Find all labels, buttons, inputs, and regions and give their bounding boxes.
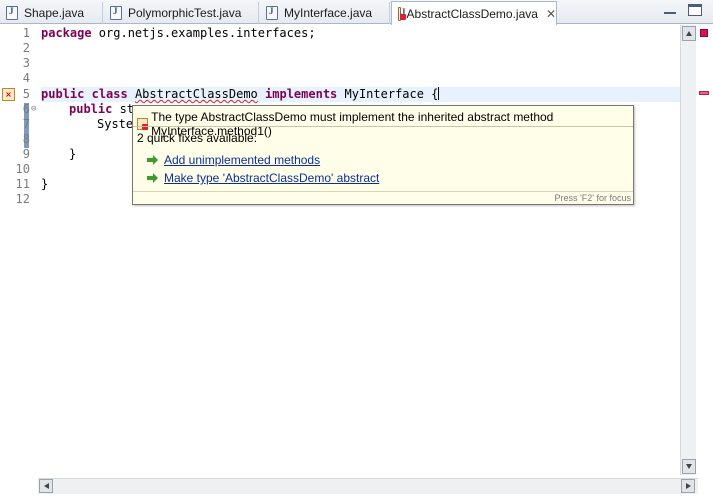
tab-shape-java[interactable]: Shape.java: [0, 2, 103, 24]
code-text: Syste: [97, 117, 134, 131]
code-line-1: package org.netjs.examples.interfaces;: [41, 26, 316, 41]
scroll-down-button[interactable]: [682, 459, 696, 474]
quick-fix-arrow-icon: [147, 155, 158, 165]
keyword: public: [41, 87, 85, 101]
error-class-name[interactable]: AbstractClassDemo: [135, 87, 258, 101]
line-number: 2: [22, 41, 30, 55]
tab-label: Shape.java: [24, 6, 85, 20]
line-number: 9: [22, 147, 30, 161]
line-number: 7: [22, 117, 30, 131]
quick-fix-item[interactable]: Make type 'AbstractClassDemo' abstract: [147, 171, 379, 185]
line-number: 5: [22, 87, 30, 101]
tab-label: MyInterface.java: [284, 6, 373, 20]
code-text: st: [112, 102, 135, 116]
quick-fix-hover-popup: The type AbstractClassDemo must implemen…: [132, 105, 634, 205]
divider: [133, 191, 633, 192]
code-text: org.netjs.examples.interfaces;: [91, 26, 316, 40]
line-number: 12: [15, 192, 30, 206]
make-type-abstract-link[interactable]: Make type 'AbstractClassDemo' abstract: [164, 171, 379, 185]
close-tab-icon[interactable]: ✕: [546, 7, 556, 21]
overview-error-marker[interactable]: [699, 91, 709, 95]
keyword: implements: [265, 87, 338, 101]
text-cursor: [438, 87, 440, 100]
java-file-icon: [110, 6, 122, 20]
error-icon: [137, 118, 149, 130]
overview-ruler[interactable]: [697, 25, 713, 475]
horizontal-scrollbar[interactable]: [38, 478, 698, 494]
add-unimplemented-methods-link[interactable]: Add unimplemented methods: [164, 153, 320, 167]
code-line-5: public class AbstractClassDemo implement…: [41, 87, 440, 102]
code-line-9: }: [69, 147, 76, 162]
tab-myinterface-java[interactable]: MyInterface.java: [260, 2, 390, 24]
tab-polymorphictest-java[interactable]: PolymorphicTest.java: [104, 2, 259, 24]
tab-label: PolymorphicTest.java: [128, 6, 242, 20]
tab-label: AbstractClassDemo.java: [406, 6, 538, 21]
editor-tab-bar: Shape.java PolymorphicTest.java MyInterf…: [0, 0, 713, 25]
code-text: MyInterface {: [337, 87, 439, 101]
quick-fix-count: 2 quick fixes available:: [137, 131, 258, 145]
line-number: 8: [22, 132, 30, 146]
quick-fix-arrow-icon: [147, 173, 158, 183]
fold-collapse-icon[interactable]: ⊖: [31, 104, 36, 114]
minimize-icon[interactable]: [664, 2, 676, 14]
code-line-6: public st: [69, 102, 134, 117]
code-line-11: }: [41, 177, 48, 192]
line-number: 10: [15, 162, 30, 176]
scroll-left-button[interactable]: [39, 479, 53, 493]
line-number: 3: [22, 56, 30, 70]
code-text: }: [69, 147, 77, 161]
line-number: 1: [22, 26, 30, 40]
maximize-icon[interactable]: [688, 4, 702, 16]
focus-hint: Press 'F2' for focus: [554, 193, 631, 203]
divider: [133, 126, 633, 127]
keyword: public: [69, 102, 113, 116]
line-number: 11: [15, 177, 30, 191]
scroll-up-button[interactable]: [682, 26, 696, 41]
keyword: package: [41, 26, 92, 40]
code-text: }: [41, 177, 49, 191]
line-number: 6: [22, 102, 30, 116]
scroll-right-button[interactable]: [681, 479, 695, 493]
keyword: class: [91, 87, 128, 101]
quick-fix-item[interactable]: Add unimplemented methods: [147, 153, 320, 167]
code-text-area[interactable]: package org.netjs.examples.interfaces; p…: [41, 25, 681, 475]
code-line-7: Syste: [97, 117, 133, 132]
code-editor[interactable]: × 1 2 3 4 5 6 7 8 9 10 11 12 ⊖ package o…: [0, 25, 713, 500]
java-file-error-icon: [398, 6, 405, 21]
line-number-gutter: × 1 2 3 4 5 6 7 8 9 10 11 12 ⊖: [0, 25, 38, 475]
vertical-scrollbar[interactable]: [680, 25, 696, 475]
tab-abstractclassdemo-java[interactable]: AbstractClassDemo.java ✕: [391, 1, 557, 25]
line-number: 4: [22, 71, 30, 85]
java-file-icon: [266, 6, 278, 20]
java-file-icon: [6, 6, 18, 20]
error-summary-icon[interactable]: [700, 29, 708, 37]
